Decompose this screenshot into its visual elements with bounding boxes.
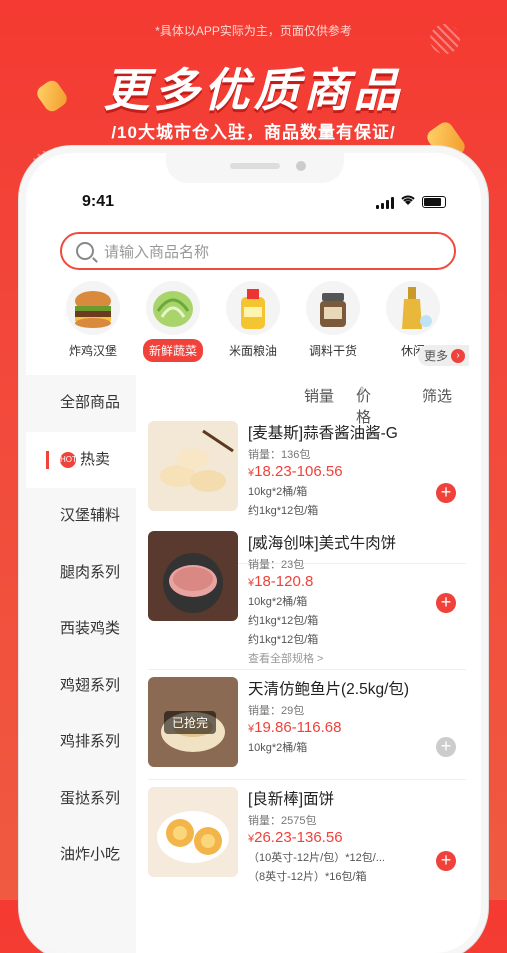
add-to-cart-button[interactable]: +	[436, 593, 456, 613]
spice-jar-icon	[306, 281, 360, 335]
category-label: 米面粮油	[228, 344, 277, 358]
search-input[interactable]: 请输入商品名称	[60, 232, 456, 270]
sidebar-item-label: 汉堡辅料	[60, 507, 121, 524]
product-name: [麦基斯]蒜香酱油酱-G	[248, 425, 398, 442]
price-range: 18-120.8	[254, 573, 314, 590]
product-info: 天清仿鲍鱼片(2.5kg/包) 销量：29包 ¥19.86-116.68 10k…	[248, 677, 463, 755]
chevron-right-icon: ›	[451, 348, 466, 363]
stripe-decoration	[430, 24, 460, 54]
product-spec: 约1kg*12包/箱	[248, 615, 319, 627]
sidebar-item[interactable]: 蛋挞系列	[26, 771, 136, 828]
product-image: 已抢完	[148, 677, 238, 767]
oil-bottle-icon	[226, 281, 280, 335]
view-all-specs-link[interactable]: 查看全部规格 >	[248, 650, 463, 666]
sidebar-item-label: 蛋挞系列	[60, 789, 121, 807]
category-item[interactable]: 新鲜蔬菜	[140, 281, 206, 362]
product-price: ¥26.23-136.56	[248, 829, 463, 846]
product-card[interactable]: [良新棒]面饼 销量：2575包 ¥26.23-136.56 （10英寸-12片…	[148, 787, 466, 887]
category-label: 炸鸡汉堡	[68, 344, 117, 358]
product-info: [威海创味]美式牛肉饼 销量：23包 ¥18-120.8 10kg*2桶/箱 约…	[248, 531, 463, 666]
sidebar-item[interactable]: 油炸小吃	[26, 827, 136, 884]
sidebar-item-label: 西装鸡类	[60, 620, 121, 637]
product-spec: （8英寸-12片）*16包/箱	[248, 871, 367, 883]
product-name: [威海创味]美式牛肉饼	[248, 535, 397, 552]
sidebar-item-label: 鸡排系列	[60, 733, 121, 750]
product-spec: 10kg*2桶/箱	[248, 596, 308, 608]
sidebar-item-hot[interactable]: HOT 热卖	[26, 431, 136, 488]
category-sidebar: 全部商品 HOT 热卖 汉堡辅料 腿肉系列 西装鸡类 鸡翅系列 鸡排系列 蛋挞系列…	[26, 375, 136, 953]
sort-bar: 销量 价格 ⇕ 筛选	[136, 385, 481, 426]
search-placeholder: 请输入商品名称	[104, 243, 210, 261]
product-info: [良新棒]面饼 销量：2575包 ¥26.23-136.56 （10英寸-12片…	[248, 787, 463, 884]
price-range: 26.23-136.56	[254, 829, 343, 846]
sold-out-badge: 已抢完	[164, 711, 217, 734]
product-sales: 销量：23包	[248, 559, 305, 571]
category-strip: 炸鸡汉堡 新鲜蔬菜 米面粮油 调料干货 休闲	[56, 281, 466, 369]
more-categories-button[interactable]: 更多 ›	[418, 345, 470, 366]
sidebar-item-label: 鸡翅系列	[60, 676, 121, 694]
product-card[interactable]: 已抢完 天清仿鲍鱼片(2.5kg/包) 销量：29包 ¥19.86-116.68…	[148, 677, 466, 780]
category-item[interactable]: 炸鸡汉堡	[60, 281, 126, 359]
sidebar-item-label: 油炸小吃	[60, 846, 121, 863]
filter-button[interactable]: 筛选	[422, 385, 452, 406]
wifi-icon	[400, 193, 416, 209]
product-spec: 10kg*2桶/箱	[248, 486, 308, 498]
signal-icon	[376, 197, 394, 209]
more-label: 更多	[424, 349, 449, 363]
banner-headline: 更多优质商品	[103, 64, 404, 116]
phone-camera	[296, 161, 306, 171]
category-label: 新鲜蔬菜	[142, 339, 203, 362]
search-icon	[76, 242, 94, 260]
product-image	[148, 421, 238, 511]
product-price: ¥18.23-106.56	[248, 463, 463, 480]
beer-icon	[386, 281, 440, 335]
product-info: [麦基斯]蒜香酱油酱-G 销量：136包 ¥18.23-106.56 10kg*…	[248, 421, 463, 518]
sidebar-item-label: 腿肉系列	[60, 563, 121, 581]
category-label: 调料干货	[308, 344, 357, 358]
status-time: 9:41	[82, 193, 115, 210]
sidebar-item[interactable]: 腿肉系列	[26, 545, 136, 602]
burger-icon	[66, 281, 120, 335]
product-spec: 10kg*2桶/箱	[248, 742, 308, 754]
product-price: ¥18-120.8	[248, 573, 463, 590]
sidebar-item[interactable]: 鸡排系列	[26, 714, 136, 771]
add-to-cart-button-disabled[interactable]: +	[436, 737, 456, 757]
sidebar-item-label: 全部商品	[60, 394, 121, 411]
category-item[interactable]: 米面粮油	[220, 281, 286, 359]
product-sales: 销量：29包	[248, 705, 305, 717]
sort-arrows-icon: ⇕	[358, 385, 366, 395]
sidebar-item[interactable]: 鸡翅系列	[26, 658, 136, 715]
phone-mockup: 9:41 请输入商品名称 炸鸡汉堡 新鲜蔬菜 米面粮油 调料干货 休闲 更多 ›…	[26, 153, 481, 953]
price-range: 19.86-116.68	[254, 719, 342, 736]
sort-sales-button[interactable]: 销量	[304, 385, 334, 406]
product-spec: 约1kg*12包/箱	[248, 634, 319, 646]
product-image	[148, 787, 238, 877]
product-sales: 销量：2575包	[248, 815, 317, 827]
product-name: 天清仿鲍鱼片(2.5kg/包)	[248, 681, 410, 698]
price-range: 18.23-106.56	[254, 463, 343, 480]
phone-speaker	[230, 163, 280, 169]
lettuce-icon	[146, 281, 200, 335]
category-item[interactable]: 调料干货	[300, 281, 366, 359]
sidebar-item[interactable]: 西装鸡类	[26, 601, 136, 658]
product-name: [良新棒]面饼	[248, 791, 335, 808]
product-card[interactable]: [威海创味]美式牛肉饼 销量：23包 ¥18-120.8 10kg*2桶/箱 约…	[148, 531, 466, 670]
product-price: ¥19.86-116.68	[248, 719, 463, 736]
product-spec: （10英寸-12片/包）*12包/...	[248, 852, 385, 864]
sidebar-item[interactable]: 全部商品	[26, 375, 136, 432]
sidebar-item-label: 热卖	[80, 450, 111, 468]
add-to-cart-button[interactable]: +	[436, 483, 456, 503]
product-image	[148, 531, 238, 621]
add-to-cart-button[interactable]: +	[436, 851, 456, 871]
battery-icon	[422, 196, 446, 208]
hot-icon: HOT	[60, 451, 77, 468]
product-sales: 销量：136包	[248, 449, 311, 461]
product-spec: 约1kg*12包/箱	[248, 505, 319, 517]
sidebar-item[interactable]: 汉堡辅料	[26, 488, 136, 545]
